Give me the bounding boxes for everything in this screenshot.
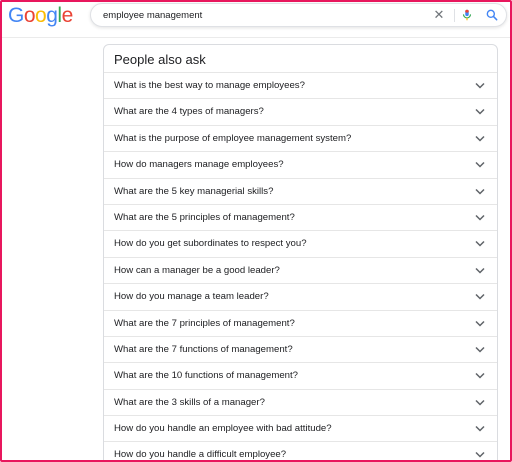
question-row[interactable]: What is the best way to manage employees… <box>104 72 497 98</box>
chevron-down-icon[interactable] <box>475 135 485 142</box>
chevron-down-icon[interactable] <box>475 188 485 195</box>
question-row[interactable]: What are the 7 functions of management? <box>104 335 497 362</box>
question-text: How do you manage a team leader? <box>114 291 269 303</box>
search-header: Google ✕ <box>2 2 510 38</box>
question-row[interactable]: How do you handle a difficult employee? <box>104 441 497 461</box>
mic-icon[interactable] <box>460 8 474 22</box>
chevron-down-icon[interactable] <box>475 82 485 89</box>
question-row[interactable]: What is the purpose of employee manageme… <box>104 124 497 151</box>
chevron-down-icon[interactable] <box>475 399 485 406</box>
chevron-down-icon[interactable] <box>475 451 485 459</box>
logo-letter: e <box>61 4 74 27</box>
close-icon[interactable]: ✕ <box>432 8 446 22</box>
question-row[interactable]: How do you get subordinates to respect y… <box>104 230 497 256</box>
question-text: What is the best way to manage employees… <box>114 80 305 91</box>
question-row[interactable]: What are the 7 principles of management? <box>104 309 497 336</box>
question-row[interactable]: How do you handle an employee with bad a… <box>104 415 497 441</box>
chevron-down-icon[interactable] <box>475 108 485 115</box>
chevron-down-icon[interactable] <box>475 214 485 221</box>
screenshot-frame: Google ✕ People also ask <box>0 0 512 462</box>
chevron-down-icon[interactable] <box>475 346 485 353</box>
chevron-down-icon[interactable] <box>475 320 485 327</box>
logo-letter: o <box>23 4 36 27</box>
question-text: What are the 7 principles of management? <box>114 317 295 329</box>
search-icon[interactable] <box>485 8 499 22</box>
chevron-down-icon[interactable] <box>475 240 485 247</box>
question-row[interactable]: What are the 4 types of managers? <box>104 98 497 124</box>
logo-letter: g <box>46 4 58 27</box>
question-text: What are the 4 types of managers? <box>114 106 264 118</box>
question-row[interactable]: How can a manager be a good leader? <box>104 256 497 283</box>
logo-letter: o <box>35 4 47 27</box>
question-text: How do managers manage employees? <box>114 159 284 171</box>
question-row[interactable]: What are the 3 skills of a manager? <box>104 388 497 415</box>
logo-letter: G <box>8 4 24 27</box>
chevron-down-icon[interactable] <box>475 267 485 274</box>
chevron-down-icon[interactable] <box>475 425 485 432</box>
question-list: What is the best way to manage employees… <box>104 72 497 461</box>
people-also-ask-panel: People also ask What is the best way to … <box>103 44 498 461</box>
question-row[interactable]: What are the 10 functions of management? <box>104 362 497 388</box>
search-input[interactable] <box>103 8 423 23</box>
question-text: How do you get subordinates to respect y… <box>114 238 307 250</box>
question-row[interactable]: What are the 5 key managerial skills? <box>104 177 497 204</box>
searchbox-divider <box>454 9 455 22</box>
question-text: What are the 10 functions of management? <box>114 370 298 382</box>
question-text: How do you handle a difficult employee? <box>114 449 287 461</box>
question-row[interactable]: What are the 5 principles of management? <box>104 203 497 230</box>
question-row[interactable]: How do you manage a team leader? <box>104 283 497 309</box>
question-text: How can a manager be a good leader? <box>114 264 280 276</box>
question-text: How do you handle an employee with bad a… <box>114 423 332 435</box>
question-text: What are the 7 functions of management? <box>114 343 293 355</box>
question-text: What are the 5 key managerial skills? <box>114 185 274 197</box>
people-also-ask-heading: People also ask <box>114 52 206 67</box>
question-row[interactable]: How do managers manage employees? <box>104 151 497 177</box>
chevron-down-icon[interactable] <box>475 372 485 379</box>
chevron-down-icon[interactable] <box>475 293 485 300</box>
search-box: ✕ <box>90 3 507 27</box>
google-logo[interactable]: Google <box>8 4 73 28</box>
question-text: What are the 5 principles of management? <box>114 211 295 223</box>
chevron-down-icon[interactable] <box>475 161 485 168</box>
question-text: What are the 3 skills of a manager? <box>114 396 265 408</box>
question-text: What is the purpose of employee manageme… <box>114 132 352 144</box>
